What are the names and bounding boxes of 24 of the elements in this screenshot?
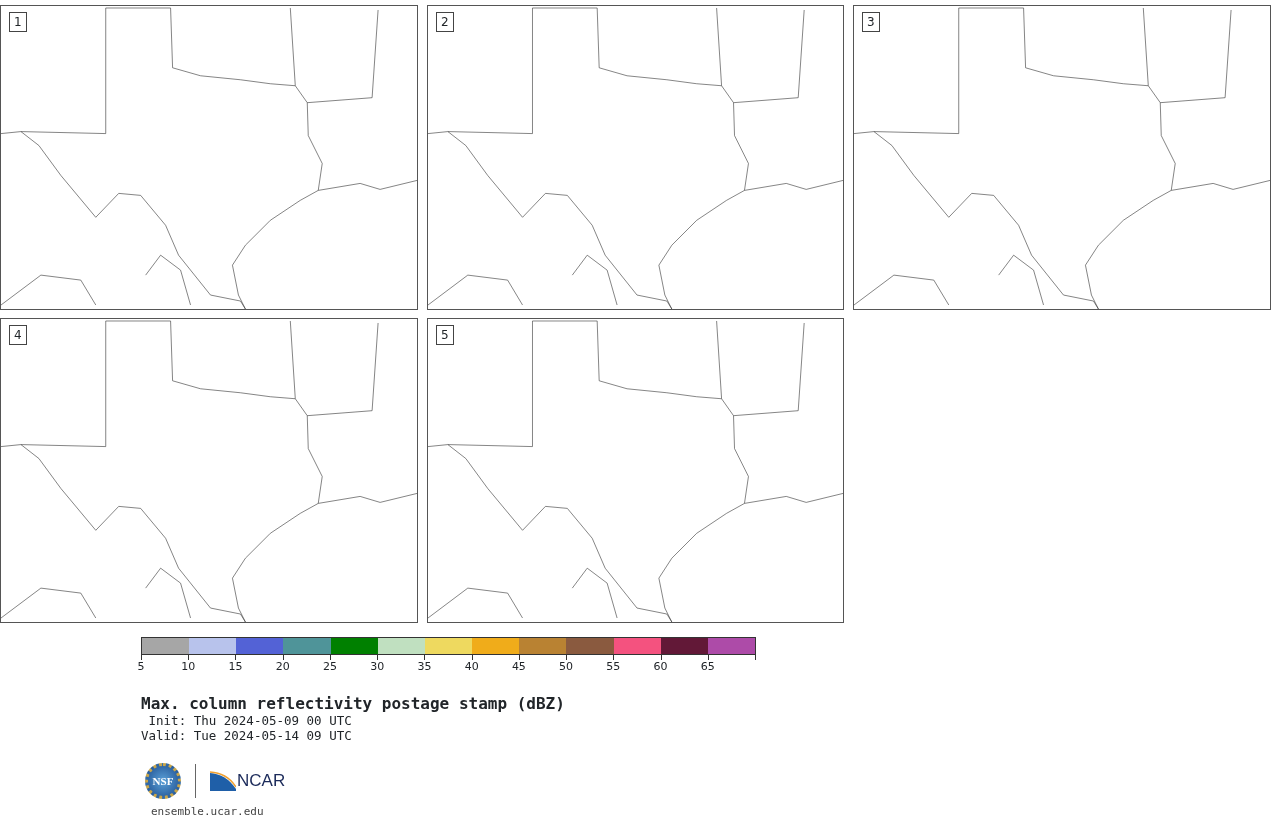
tick-label: 5 [137, 660, 145, 673]
panel-number: 1 [9, 12, 27, 32]
nsf-logo: NSF [145, 763, 181, 799]
tick-label: 35 [417, 660, 432, 673]
tick-label: 50 [559, 660, 574, 673]
tick-label: 65 [700, 660, 715, 673]
tick-label: 20 [275, 660, 290, 673]
panel-number: 4 [9, 325, 27, 345]
tick-label: 55 [606, 660, 621, 673]
chart-title: Max. column reflectivity postage stamp (dBZ) [141, 694, 566, 713]
tick-label: 45 [511, 660, 526, 673]
tick-label: 10 [181, 660, 196, 673]
panel-number: 2 [436, 12, 454, 32]
init-time: Init: Thu 2024-05-09 00 UTC [147, 713, 353, 728]
tick-label: 30 [370, 660, 385, 673]
panel-number: 3 [862, 12, 880, 32]
tick-label: 40 [464, 660, 479, 673]
ncar-logo: NCAR [210, 771, 286, 791]
tick-label: 60 [653, 660, 668, 673]
tick-label: 25 [322, 660, 337, 673]
valid-time: Valid: Tue 2024-05-14 09 UTC [141, 728, 353, 743]
tick-label: 15 [228, 660, 243, 673]
website-url: ensemble.ucar.edu [151, 805, 265, 815]
panel-number: 5 [436, 325, 454, 345]
